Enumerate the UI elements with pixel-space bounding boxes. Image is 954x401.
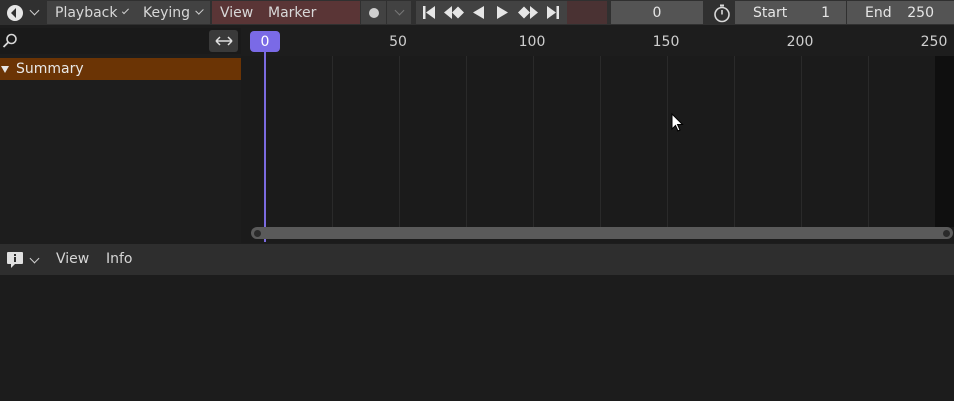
transport-controls [416,1,567,24]
grid-line [868,56,869,227]
grid-line [399,56,400,227]
search-icon [2,33,17,48]
playback-menu[interactable]: Playback [47,1,135,24]
play-icon[interactable] [496,5,510,20]
auto-keying-toggle[interactable] [361,1,386,24]
ruler-tick-label: 50 [389,34,407,50]
auto-keying-options[interactable] [387,1,411,24]
jump-to-next-keyframe-icon[interactable] [517,5,539,20]
frame-end-label: End [865,4,892,21]
chevron-down-icon [122,7,130,14]
chevron-down-icon [29,253,40,263]
playhead-frame-badge[interactable]: 0 [250,31,280,52]
grid-line [734,56,735,227]
frame-end-value: 250 [907,4,934,21]
ruler-tick-label: 250 [920,34,948,50]
info-icon [7,252,23,268]
grid-line [600,56,601,227]
chevron-down-icon [195,6,204,15]
use-preview-range-toggle[interactable] [709,1,734,24]
info-editor-type-button[interactable] [5,249,41,271]
stopwatch-icon [713,4,730,22]
jump-to-previous-keyframe-icon[interactable] [443,5,465,20]
timeline-header: Playback Keying View Marker 0 Start 1 En… [0,0,954,25]
grid-line [801,56,802,227]
timeline-editor-icon [7,4,23,21]
editor-type-button[interactable] [0,1,44,24]
info-log-area [0,275,954,401]
grid-line [533,56,534,227]
ruler-tick-label: 100 [518,34,546,50]
current-frame-field[interactable]: 0 [611,1,703,24]
info-menu[interactable]: Info [106,251,133,267]
horizontal-scrollbar[interactable] [251,227,953,239]
out-of-range-region [935,56,954,227]
info-view-menu[interactable]: View [56,251,89,267]
frame-start-field[interactable]: Start 1 [735,1,846,24]
ruler-tick-label: 200 [786,34,814,50]
grid-line [332,56,333,227]
current-frame-value: 0 [652,4,662,21]
timeline-area[interactable]: 50 100 150 200 250 0 [241,28,954,243]
frame-start-label: Start [753,4,788,21]
channel-list [0,82,241,241]
horizontal-arrows-icon [214,36,233,46]
grid-line [466,56,467,227]
disclosure-triangle-icon[interactable] [1,65,9,73]
scrollbar-handle-left[interactable] [254,230,261,237]
channel-search-row [0,28,241,54]
summary-label: Summary [16,61,84,77]
grid-line [667,56,668,227]
frame-ruler[interactable]: 50 100 150 200 250 [241,28,954,56]
play-reverse-icon[interactable] [471,5,485,20]
record-icon [368,7,379,18]
keying-menu-label: Keying [143,4,191,21]
view-menu[interactable]: View [212,1,260,24]
header-spacer [567,1,607,24]
scrollbar-handle-right[interactable] [943,230,950,237]
channel-search-input[interactable] [0,30,205,52]
mouse-cursor-icon [671,113,684,132]
chevron-down-icon [29,5,40,16]
jump-to-end-icon[interactable] [545,5,561,20]
keying-menu[interactable]: Keying [135,1,210,24]
playhead-line[interactable] [264,38,266,242]
summary-channel[interactable]: Summary [0,58,241,80]
horizontal-arrows-button[interactable] [209,30,238,52]
chevron-down-icon [394,5,404,16]
playback-menu-label: Playback [55,4,118,21]
marker-menu[interactable]: Marker [260,1,360,24]
frame-end-field[interactable]: End 250 [847,1,954,24]
jump-to-start-icon[interactable] [421,5,437,20]
info-editor-header: View Info [0,244,954,275]
ruler-tick-label: 150 [652,34,680,50]
frame-start-value: 1 [821,4,830,21]
